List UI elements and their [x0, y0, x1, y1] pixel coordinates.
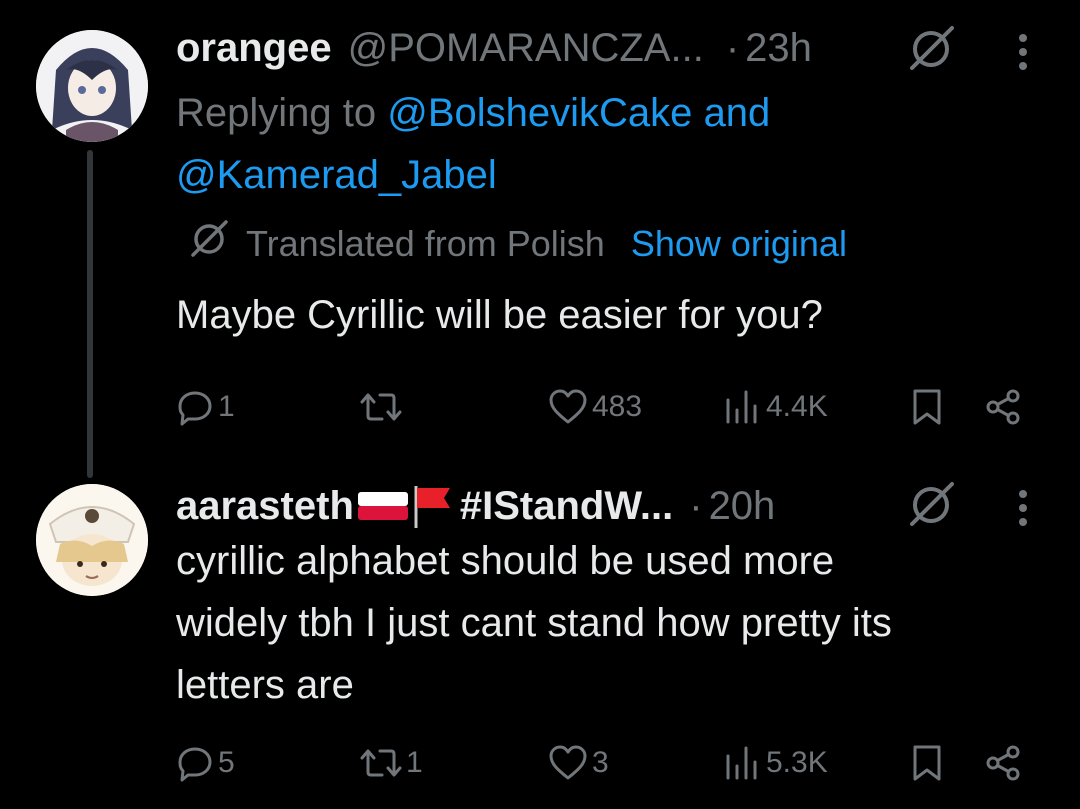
separator-dot: · — [725, 25, 740, 70]
views-button[interactable]: 4.4K — [722, 382, 828, 432]
reply-button[interactable]: 5 — [176, 738, 235, 788]
show-original-link[interactable]: Show original — [631, 223, 847, 265]
like-count: 3 — [592, 746, 609, 779]
like-button[interactable]: 3 — [548, 738, 609, 788]
display-name[interactable]: orangee — [176, 26, 332, 71]
share-button[interactable] — [984, 738, 1024, 788]
repost-button[interactable] — [360, 382, 406, 432]
red-flag-icon — [410, 484, 456, 528]
action-bar: 5 1 3 5.3K — [176, 738, 1036, 788]
tweet-text: cyrillic alphabet should be used more wi… — [176, 530, 1056, 716]
replying-to: Replying to @BolshevikCake and @Kamerad_… — [176, 82, 896, 206]
tweet-header: orangee @POMARANCZA... · 23h — [176, 20, 812, 76]
user-handle[interactable]: @POMARANCZA... — [348, 26, 704, 71]
view-count: 5.3K — [766, 746, 828, 779]
replying-prefix: Replying to — [176, 91, 377, 135]
views-icon — [722, 388, 762, 426]
action-bar: 1 483 4.4K — [176, 382, 1036, 432]
tweet-text: Maybe Cyrillic will be easier for you? — [176, 293, 823, 337]
reply-icon — [176, 744, 214, 782]
timestamp[interactable]: 20h — [709, 484, 776, 529]
hashtag[interactable]: #IStandW... — [460, 484, 673, 529]
more-vertical-icon[interactable] — [1013, 484, 1033, 532]
bookmark-icon — [910, 743, 944, 783]
reply-count: 1 — [218, 390, 235, 423]
views-button[interactable]: 5.3K — [722, 738, 828, 788]
tweet-text-line-3: letters are — [176, 663, 354, 707]
heart-icon — [548, 388, 588, 426]
mention-and: and — [703, 91, 771, 135]
like-button[interactable]: 483 — [548, 382, 642, 432]
more-vertical-icon[interactable] — [1013, 28, 1033, 76]
reply-button[interactable]: 1 — [176, 382, 235, 432]
tweet-text-line-1: cyrillic alphabet should be used more — [176, 539, 835, 583]
avatar-aarasteth[interactable] — [36, 484, 148, 596]
mention-kamerad-jabel[interactable]: @Kamerad_Jabel — [176, 153, 497, 197]
mention-bolshevikcake[interactable]: @BolshevikCake — [387, 91, 692, 135]
share-icon — [984, 387, 1024, 427]
bookmark-icon — [910, 387, 944, 427]
heart-icon — [548, 744, 588, 782]
views-icon — [722, 744, 762, 782]
display-name[interactable]: aarasteth — [176, 484, 354, 529]
view-count: 4.4K — [766, 390, 828, 423]
share-button[interactable] — [984, 382, 1024, 432]
tweet-2[interactable]: aarasteth #IStandW... · 20h cyrillic alp… — [0, 470, 1080, 809]
grok-icon[interactable] — [904, 22, 958, 76]
poland-flag-icon — [356, 486, 410, 526]
bookmark-button[interactable] — [910, 738, 944, 788]
tweet-1[interactable]: orangee @POMARANCZA... · 23h Replying to… — [0, 0, 1080, 478]
repost-button[interactable]: 1 — [360, 738, 423, 788]
repost-count: 1 — [406, 746, 423, 779]
repost-icon — [360, 388, 402, 426]
translation-bar: Translated from Polish Show original — [186, 216, 847, 271]
repost-icon — [360, 744, 402, 782]
tweet-text-line-2: widely tbh I just cant stand how pretty … — [176, 601, 892, 645]
reply-icon — [176, 388, 214, 426]
like-count: 483 — [592, 390, 643, 423]
grok-icon[interactable] — [904, 478, 958, 532]
translated-label: Translated from Polish — [246, 222, 605, 264]
share-icon — [984, 743, 1024, 783]
tweet-header: aarasteth #IStandW... · 20h — [176, 478, 775, 534]
reply-count: 5 — [218, 746, 235, 779]
grok-translate-icon — [186, 216, 232, 271]
bookmark-button[interactable] — [910, 382, 944, 432]
separator-dot: · — [689, 483, 703, 528]
thread-line — [87, 150, 93, 478]
avatar-orangee[interactable] — [36, 30, 148, 142]
timestamp[interactable]: 23h — [745, 26, 812, 71]
